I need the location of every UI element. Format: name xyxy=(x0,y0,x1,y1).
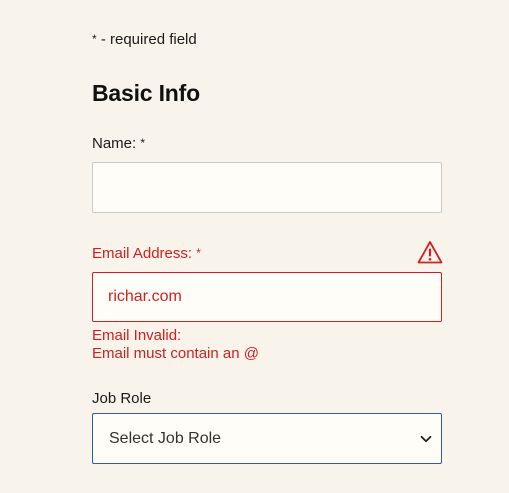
email-error-message: Email Invalid: xyxy=(92,327,182,344)
warning-triangle-icon xyxy=(417,241,443,264)
section-title: Basic Info xyxy=(92,80,200,106)
required-field-note: * - required field xyxy=(92,31,197,48)
email-input[interactable] xyxy=(92,272,442,322)
chevron-down-icon xyxy=(420,435,432,443)
name-label-text: Name: xyxy=(92,135,137,152)
required-note-text: - required field xyxy=(100,31,197,48)
email-label: Email Address: * xyxy=(92,245,201,262)
job-role-selected-value: Select Job Role xyxy=(109,430,222,447)
name-label: Name: * xyxy=(92,135,145,152)
name-required-marker: * xyxy=(140,136,146,150)
job-role-label: Job Role xyxy=(92,390,152,407)
required-marker: * xyxy=(92,32,97,46)
email-label-text: Email Address: xyxy=(92,245,193,262)
email-required-marker: * xyxy=(196,246,201,260)
job-role-select[interactable]: Select Job Role xyxy=(92,413,442,464)
email-error-detail: Email must contain an @ xyxy=(92,345,259,362)
name-input[interactable] xyxy=(92,162,442,213)
